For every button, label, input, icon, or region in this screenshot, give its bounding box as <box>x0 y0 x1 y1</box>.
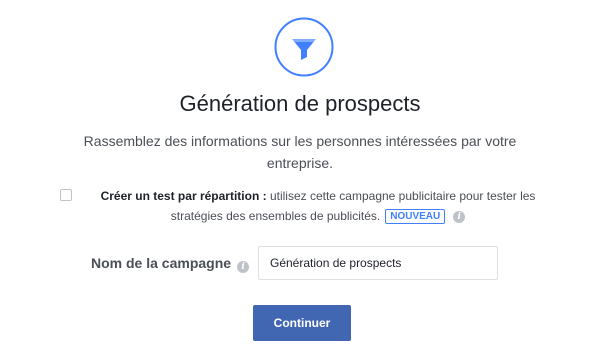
campaign-name-input[interactable] <box>258 246 498 280</box>
info-icon[interactable]: i <box>237 261 250 273</box>
page-title: Génération de prospects <box>179 91 421 116</box>
split-test-label: Créer un test par répartition : <box>100 189 267 203</box>
campaign-name-label-text: Nom de la campagne <box>91 255 232 271</box>
split-test-checkbox[interactable] <box>60 189 72 201</box>
new-badge: NOUVEAU <box>385 209 446 224</box>
campaign-name-label: Nom de la campagne i <box>91 254 250 273</box>
continue-button[interactable]: Continuer <box>253 305 351 341</box>
split-test-description: Créer un test par répartition : utilisez… <box>96 186 540 226</box>
info-icon[interactable]: i <box>453 210 466 223</box>
page-subtitle: Rassemblez des informations sur les pers… <box>83 133 517 171</box>
funnel-icon <box>274 17 334 77</box>
